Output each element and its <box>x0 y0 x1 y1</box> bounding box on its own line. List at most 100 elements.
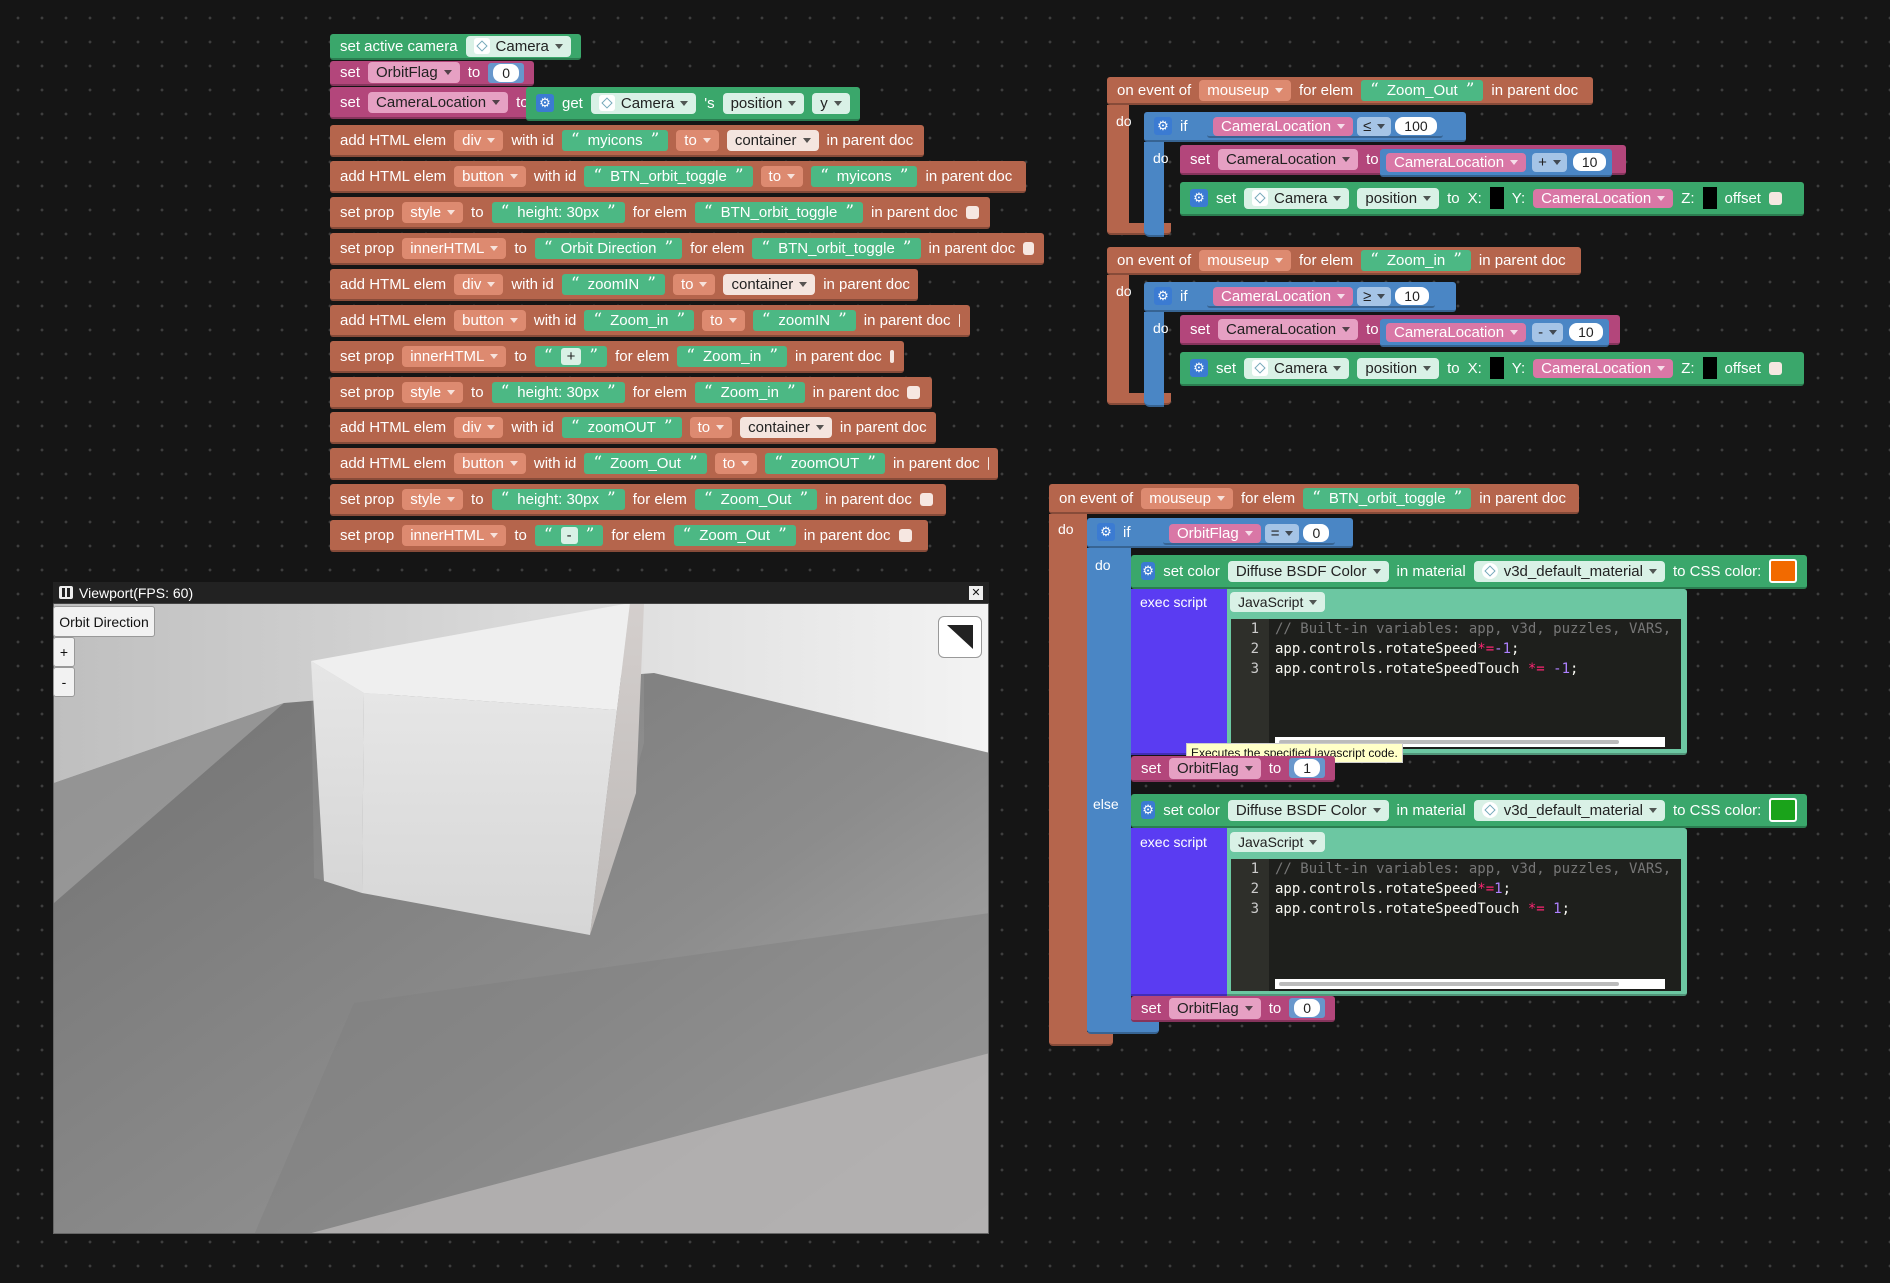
var-dropdown[interactable]: CameraLocation <box>1213 116 1354 136</box>
operator-dropdown[interactable]: = <box>1264 523 1300 543</box>
set-orbitflag-block[interactable]: set OrbitFlag to 0 <box>1131 996 1336 1022</box>
event-dropdown[interactable]: mouseup <box>1199 79 1291 101</box>
value-string[interactable]: “+” <box>534 345 608 367</box>
cameralocation-dropdown[interactable]: CameraLocation <box>368 91 509 113</box>
pause-icon[interactable] <box>59 586 73 599</box>
material-dropdown[interactable]: v3d_default_material <box>1473 799 1665 821</box>
target-string[interactable]: “myicons” <box>811 165 918 187</box>
prop-dropdown[interactable]: style <box>402 381 464 403</box>
elem-string[interactable]: “Zoom_in” <box>1361 249 1471 271</box>
prop-dropdown[interactable]: innerHTML <box>402 237 507 259</box>
number-block[interactable]: 0 <box>1289 998 1326 1018</box>
target-dropdown[interactable]: container <box>723 273 816 295</box>
flag-dropdown[interactable]: OrbitFlag <box>1169 523 1261 543</box>
camera-dropdown[interactable]: Camera <box>590 92 697 114</box>
target-string[interactable]: “zoomIN” <box>752 309 856 331</box>
add-html-elem-block[interactable]: add HTML elem button with id “Zoom_Out” to “z… <box>330 448 998 480</box>
compare-block[interactable]: OrbitFlag = 0 <box>1163 523 1336 545</box>
fullscreen-button[interactable] <box>938 616 982 658</box>
language-dropdown[interactable]: JavaScript <box>1230 592 1326 612</box>
checkbox[interactable] <box>965 205 979 219</box>
var-dropdown[interactable]: CameraLocation <box>1218 148 1359 170</box>
compare-block[interactable]: CameraLocation ≥ 10 <box>1207 286 1435 308</box>
set-prop-block[interactable]: set prop style to “height: 30px” for elem “Zo… <box>330 377 932 409</box>
gear-icon[interactable]: ⚙ <box>1097 523 1115 541</box>
viewport-canvas[interactable] <box>53 582 989 1234</box>
set-position-block[interactable]: ⚙ set Camera position to X: Y: CameraLoc… <box>1180 182 1804 216</box>
number-block[interactable]: 0 <box>488 62 525 83</box>
operator-dropdown[interactable]: - <box>1532 322 1564 342</box>
var-dropdown[interactable]: CameraLocation <box>1533 188 1674 208</box>
on-event-block[interactable]: on event of mouseup for elem “BTN_orbit_… <box>1049 484 1579 514</box>
gear-icon[interactable]: ⚙ <box>1190 189 1208 207</box>
elem-string[interactable]: “Zoom_in” <box>694 381 805 403</box>
color-param-dropdown[interactable]: Diffuse BSDF Color <box>1227 560 1389 582</box>
set-active-camera-block[interactable]: set active camera Camera <box>330 34 581 60</box>
color-param-dropdown[interactable]: Diffuse BSDF Color <box>1227 799 1389 821</box>
gear-icon[interactable]: ⚙ <box>1190 359 1208 377</box>
tag-dropdown[interactable]: div <box>454 416 504 438</box>
add-html-elem-block[interactable]: add HTML elem div with id “myicons” to contai… <box>330 125 924 157</box>
position-dropdown[interactable]: position <box>1357 187 1440 209</box>
color-swatch[interactable] <box>1769 559 1797 583</box>
value-string[interactable]: “height: 30px” <box>491 381 625 403</box>
id-string[interactable]: “Zoom_in” <box>584 309 695 331</box>
set-prop-block[interactable]: set prop style to “height: 30px” for elem “Zo… <box>330 484 946 516</box>
event-dropdown[interactable]: mouseup <box>1141 487 1233 509</box>
set-orbitflag-block[interactable]: set OrbitFlag to 0 <box>330 61 535 86</box>
value-string[interactable]: “-” <box>534 524 604 546</box>
viewport-titlebar[interactable]: Viewport(FPS: 60) ✕ <box>53 582 989 604</box>
id-string[interactable]: “myicons” <box>561 129 669 151</box>
camera-dropdown[interactable]: Camera <box>1244 357 1350 379</box>
checkbox[interactable] <box>958 313 960 327</box>
checkbox[interactable] <box>1768 361 1782 375</box>
add-html-elem-block[interactable]: add HTML elem button with id “Zoom_in” to “zo… <box>330 305 970 337</box>
tag-dropdown[interactable]: button <box>454 452 526 474</box>
set-prop-block[interactable]: set prop style to “height: 30px” for elem “BT… <box>330 197 990 229</box>
prop-dropdown[interactable]: style <box>402 201 464 223</box>
var-dropdown[interactable]: CameraLocation <box>1213 286 1354 306</box>
value-string[interactable]: “height: 30px” <box>491 201 625 223</box>
add-html-elem-block[interactable]: add HTML elem button with id “BTN_orbit_tog… <box>330 161 1026 193</box>
target-dropdown[interactable]: container <box>726 129 819 151</box>
set-orbitflag-block[interactable]: set OrbitFlag to 1 <box>1131 756 1336 782</box>
axis-dropdown[interactable]: y <box>812 92 850 114</box>
elem-string[interactable]: “BTN_orbit_toggle” <box>694 201 864 223</box>
elem-string[interactable]: “Zoom_Out” <box>1361 79 1484 101</box>
language-dropdown[interactable]: JavaScript <box>1230 832 1326 852</box>
position-dropdown[interactable]: position <box>722 92 805 114</box>
checkbox[interactable] <box>1023 241 1034 255</box>
value-number[interactable]: 0 <box>1303 524 1330 542</box>
get-camera-position-block[interactable]: ⚙ get Camera 's position y <box>526 87 860 121</box>
value-string[interactable]: “Orbit Direction” <box>534 237 683 259</box>
set-position-block[interactable]: ⚙ set Camera position to X: Y: CameraLoc… <box>1180 352 1804 386</box>
var-dropdown[interactable]: CameraLocation <box>1218 318 1359 340</box>
set-prop-block[interactable]: set prop innerHTML to “+” for elem “Zoom_in” i… <box>330 341 904 373</box>
math-block[interactable]: CameraLocation - 10 <box>1380 319 1609 347</box>
relation-dropdown[interactable]: to <box>689 416 733 438</box>
input-slot[interactable] <box>1489 187 1504 209</box>
checkbox[interactable] <box>907 385 921 399</box>
gear-icon[interactable]: ⚙ <box>1154 287 1172 305</box>
elem-string[interactable]: “Zoom_Out” <box>673 524 796 546</box>
step-number[interactable]: 10 <box>1572 153 1607 171</box>
checkbox[interactable] <box>1768 191 1782 205</box>
prop-dropdown[interactable]: style <box>402 488 464 510</box>
id-string[interactable]: “zoomOUT” <box>561 416 682 438</box>
operator-dropdown[interactable]: + <box>1532 152 1567 172</box>
elem-string[interactable]: “BTN_orbit_toggle” <box>1303 487 1472 509</box>
set-prop-block[interactable]: set prop innerHTML to “Orbit Direction” for … <box>330 233 1044 265</box>
relation-dropdown[interactable]: to <box>676 129 719 151</box>
id-string[interactable]: “BTN_orbit_toggle” <box>584 165 753 187</box>
set-prop-block[interactable]: set prop innerHTML to “-” for elem “Zoom_Out”… <box>330 520 928 552</box>
gear-icon[interactable]: ⚙ <box>1154 117 1172 135</box>
var-dropdown[interactable]: CameraLocation <box>1386 152 1527 172</box>
event-dropdown[interactable]: mouseup <box>1199 249 1291 271</box>
var-dropdown[interactable]: CameraLocation <box>1533 358 1674 378</box>
relation-dropdown[interactable]: to <box>760 165 804 187</box>
gear-icon[interactable]: ⚙ <box>1141 562 1156 580</box>
checkbox[interactable] <box>919 492 933 506</box>
color-swatch[interactable] <box>1769 798 1797 822</box>
camera-dropdown[interactable]: Camera <box>465 35 571 57</box>
tag-dropdown[interactable]: button <box>454 165 526 187</box>
